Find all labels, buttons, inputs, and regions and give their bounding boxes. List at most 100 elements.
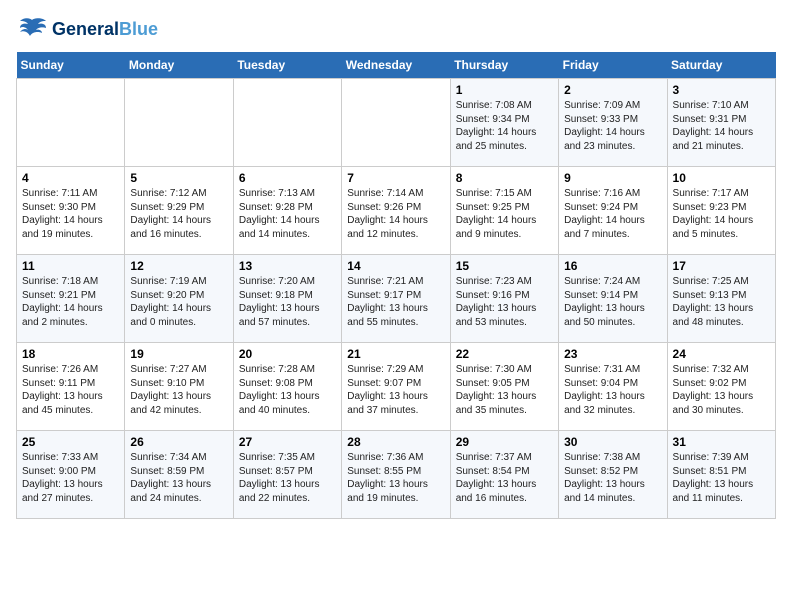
logo-text: GeneralBlue [52, 20, 158, 40]
day-info: Sunrise: 7:26 AM Sunset: 9:11 PM Dayligh… [22, 363, 119, 417]
day-info: Sunrise: 7:18 AM Sunset: 9:21 PM Dayligh… [22, 275, 119, 329]
day-info: Sunrise: 7:25 AM Sunset: 9:13 PM Dayligh… [673, 275, 770, 329]
weekday-header: Wednesday [342, 52, 450, 79]
calendar-cell: 7 Sunrise: 7:14 AM Sunset: 9:26 PM Daylig… [342, 167, 450, 255]
day-info: Sunrise: 7:08 AM Sunset: 9:34 PM Dayligh… [456, 99, 553, 153]
day-info: Sunrise: 7:32 AM Sunset: 9:02 PM Dayligh… [673, 363, 770, 417]
day-info: Sunrise: 7:23 AM Sunset: 9:16 PM Dayligh… [456, 275, 553, 329]
day-number: 16 [564, 259, 661, 273]
day-number: 20 [239, 347, 336, 361]
day-number: 27 [239, 435, 336, 449]
day-info: Sunrise: 7:37 AM Sunset: 8:54 PM Dayligh… [456, 451, 553, 505]
calendar-cell: 28 Sunrise: 7:36 AM Sunset: 8:55 PM Dayli… [342, 431, 450, 519]
calendar-cell: 27 Sunrise: 7:35 AM Sunset: 8:57 PM Dayli… [233, 431, 341, 519]
day-info: Sunrise: 7:39 AM Sunset: 8:51 PM Dayligh… [673, 451, 770, 505]
day-info: Sunrise: 7:19 AM Sunset: 9:20 PM Dayligh… [130, 275, 227, 329]
day-number: 31 [673, 435, 770, 449]
day-number: 19 [130, 347, 227, 361]
calendar-cell: 26 Sunrise: 7:34 AM Sunset: 8:59 PM Dayli… [125, 431, 233, 519]
day-info: Sunrise: 7:28 AM Sunset: 9:08 PM Dayligh… [239, 363, 336, 417]
calendar-cell [125, 79, 233, 167]
calendar-cell: 15 Sunrise: 7:23 AM Sunset: 9:16 PM Dayli… [450, 255, 558, 343]
calendar-cell: 16 Sunrise: 7:24 AM Sunset: 9:14 PM Dayli… [559, 255, 667, 343]
calendar-cell: 12 Sunrise: 7:19 AM Sunset: 9:20 PM Dayli… [125, 255, 233, 343]
calendar-cell: 18Sunrise: 7:26 AM Sunset: 9:11 PM Dayli… [17, 343, 125, 431]
weekday-header: Sunday [17, 52, 125, 79]
day-number: 15 [456, 259, 553, 273]
calendar-cell: 10 Sunrise: 7:17 AM Sunset: 9:23 PM Dayli… [667, 167, 775, 255]
day-number: 8 [456, 171, 553, 185]
weekday-header: Friday [559, 52, 667, 79]
day-number: 23 [564, 347, 661, 361]
day-number: 13 [239, 259, 336, 273]
calendar-cell: 19Sunrise: 7:27 AM Sunset: 9:10 PM Dayli… [125, 343, 233, 431]
calendar-cell: 2 Sunrise: 7:09 AM Sunset: 9:33 PM Daylig… [559, 79, 667, 167]
calendar-cell: 31 Sunrise: 7:39 AM Sunset: 8:51 PM Dayli… [667, 431, 775, 519]
calendar-cell: 30 Sunrise: 7:38 AM Sunset: 8:52 PM Dayli… [559, 431, 667, 519]
day-info: Sunrise: 7:36 AM Sunset: 8:55 PM Dayligh… [347, 451, 444, 505]
logo: GeneralBlue [16, 16, 158, 44]
weekday-header: Monday [125, 52, 233, 79]
day-number: 30 [564, 435, 661, 449]
day-number: 26 [130, 435, 227, 449]
day-info: Sunrise: 7:14 AM Sunset: 9:26 PM Dayligh… [347, 187, 444, 241]
weekday-header: Tuesday [233, 52, 341, 79]
calendar-week-row: 25Sunrise: 7:33 AM Sunset: 9:00 PM Dayli… [17, 431, 776, 519]
day-info: Sunrise: 7:20 AM Sunset: 9:18 PM Dayligh… [239, 275, 336, 329]
day-number: 17 [673, 259, 770, 273]
day-number: 3 [673, 83, 770, 97]
calendar-cell: 13 Sunrise: 7:20 AM Sunset: 9:18 PM Dayli… [233, 255, 341, 343]
day-info: Sunrise: 7:13 AM Sunset: 9:28 PM Dayligh… [239, 187, 336, 241]
day-info: Sunrise: 7:35 AM Sunset: 8:57 PM Dayligh… [239, 451, 336, 505]
day-number: 6 [239, 171, 336, 185]
day-number: 14 [347, 259, 444, 273]
day-info: Sunrise: 7:15 AM Sunset: 9:25 PM Dayligh… [456, 187, 553, 241]
day-info: Sunrise: 7:29 AM Sunset: 9:07 PM Dayligh… [347, 363, 444, 417]
day-number: 5 [130, 171, 227, 185]
day-number: 7 [347, 171, 444, 185]
day-info: Sunrise: 7:11 AM Sunset: 9:30 PM Dayligh… [22, 187, 119, 241]
calendar-cell: 5 Sunrise: 7:12 AM Sunset: 9:29 PM Daylig… [125, 167, 233, 255]
day-info: Sunrise: 7:33 AM Sunset: 9:00 PM Dayligh… [22, 451, 119, 505]
calendar-week-row: 11 Sunrise: 7:18 AM Sunset: 9:21 PM Dayli… [17, 255, 776, 343]
calendar-cell: 1 Sunrise: 7:08 AM Sunset: 9:34 PM Daylig… [450, 79, 558, 167]
calendar-cell [17, 79, 125, 167]
calendar-week-row: 18Sunrise: 7:26 AM Sunset: 9:11 PM Dayli… [17, 343, 776, 431]
calendar-week-row: 1 Sunrise: 7:08 AM Sunset: 9:34 PM Daylig… [17, 79, 776, 167]
calendar-cell: 21 Sunrise: 7:29 AM Sunset: 9:07 PM Dayli… [342, 343, 450, 431]
calendar-cell: 24Sunrise: 7:32 AM Sunset: 9:02 PM Dayli… [667, 343, 775, 431]
day-info: Sunrise: 7:17 AM Sunset: 9:23 PM Dayligh… [673, 187, 770, 241]
calendar-cell [342, 79, 450, 167]
day-number: 12 [130, 259, 227, 273]
day-number: 28 [347, 435, 444, 449]
day-number: 4 [22, 171, 119, 185]
weekday-header: Thursday [450, 52, 558, 79]
calendar-week-row: 4 Sunrise: 7:11 AM Sunset: 9:30 PM Daylig… [17, 167, 776, 255]
day-info: Sunrise: 7:21 AM Sunset: 9:17 PM Dayligh… [347, 275, 444, 329]
calendar-cell: 6 Sunrise: 7:13 AM Sunset: 9:28 PM Daylig… [233, 167, 341, 255]
day-number: 29 [456, 435, 553, 449]
day-number: 11 [22, 259, 119, 273]
calendar-cell: 29 Sunrise: 7:37 AM Sunset: 8:54 PM Dayli… [450, 431, 558, 519]
calendar-cell: 23 Sunrise: 7:31 AM Sunset: 9:04 PM Dayli… [559, 343, 667, 431]
calendar-cell [233, 79, 341, 167]
day-info: Sunrise: 7:31 AM Sunset: 9:04 PM Dayligh… [564, 363, 661, 417]
day-number: 10 [673, 171, 770, 185]
day-info: Sunrise: 7:10 AM Sunset: 9:31 PM Dayligh… [673, 99, 770, 153]
day-info: Sunrise: 7:09 AM Sunset: 9:33 PM Dayligh… [564, 99, 661, 153]
calendar-cell: 11 Sunrise: 7:18 AM Sunset: 9:21 PM Dayli… [17, 255, 125, 343]
day-info: Sunrise: 7:38 AM Sunset: 8:52 PM Dayligh… [564, 451, 661, 505]
day-number: 22 [456, 347, 553, 361]
calendar-cell: 22Sunrise: 7:30 AM Sunset: 9:05 PM Dayli… [450, 343, 558, 431]
day-info: Sunrise: 7:24 AM Sunset: 9:14 PM Dayligh… [564, 275, 661, 329]
calendar-table: SundayMondayTuesdayWednesdayThursdayFrid… [16, 52, 776, 519]
day-number: 21 [347, 347, 444, 361]
day-number: 1 [456, 83, 553, 97]
day-number: 9 [564, 171, 661, 185]
calendar-cell: 14 Sunrise: 7:21 AM Sunset: 9:17 PM Dayli… [342, 255, 450, 343]
calendar-cell: 25Sunrise: 7:33 AM Sunset: 9:00 PM Dayli… [17, 431, 125, 519]
day-number: 2 [564, 83, 661, 97]
day-info: Sunrise: 7:12 AM Sunset: 9:29 PM Dayligh… [130, 187, 227, 241]
calendar-cell: 20 Sunrise: 7:28 AM Sunset: 9:08 PM Dayli… [233, 343, 341, 431]
day-info: Sunrise: 7:34 AM Sunset: 8:59 PM Dayligh… [130, 451, 227, 505]
